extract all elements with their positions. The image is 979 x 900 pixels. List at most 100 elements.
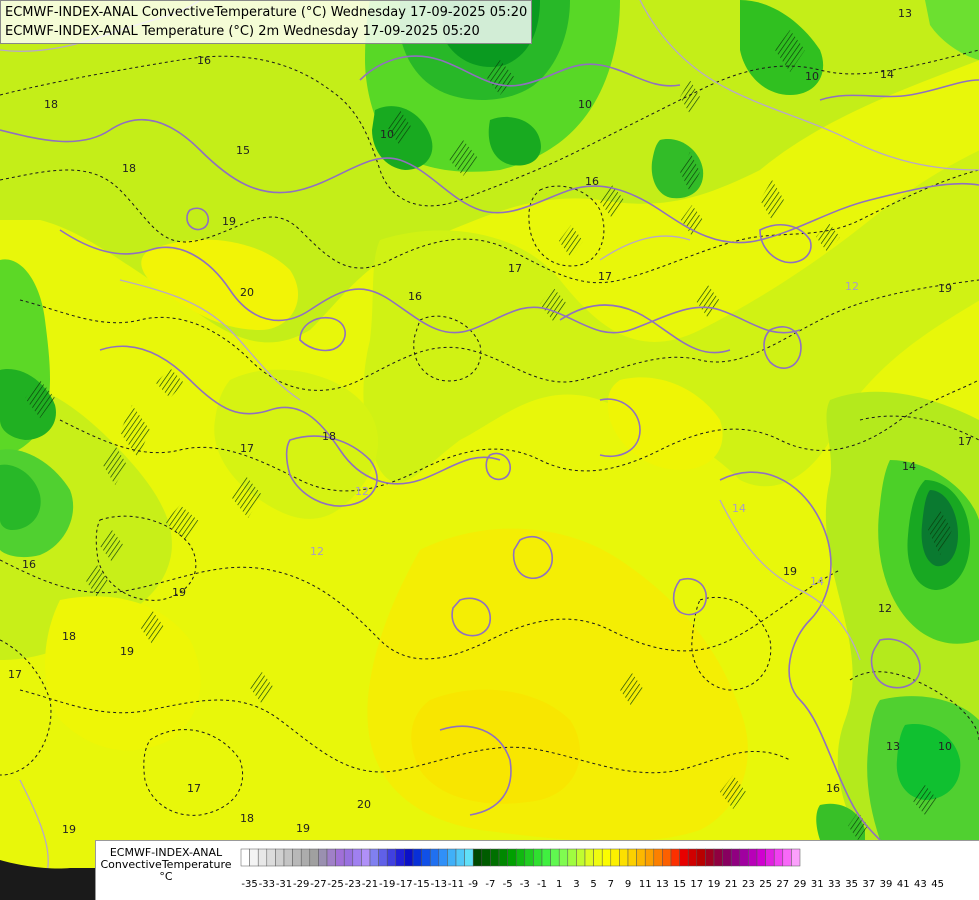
contour-label: 14 xyxy=(902,460,916,473)
contour-label: 10 xyxy=(380,128,394,141)
legend-swatch xyxy=(386,848,397,867)
legend-tick-label: -13 xyxy=(431,879,447,890)
legend-swatch xyxy=(782,848,792,867)
legend-tick-label: -7 xyxy=(485,879,495,890)
contour-label: 19 xyxy=(783,565,797,578)
legend-swatch xyxy=(627,848,637,867)
legend-tick-label: -25 xyxy=(327,879,343,890)
legend-swatch xyxy=(378,848,388,867)
legend-swatch xyxy=(438,848,448,867)
map-title-box: ECMWF-INDEX-ANAL ConvectiveTemperature (… xyxy=(0,0,533,44)
contour-label: 10 xyxy=(805,70,819,83)
contour-label: 18 xyxy=(44,98,58,111)
legend-swatch xyxy=(490,848,500,867)
legend-swatch xyxy=(696,848,706,867)
legend-swatch xyxy=(756,848,766,867)
legend-swatch xyxy=(361,848,371,867)
legend-swatch xyxy=(352,848,362,867)
legend-swatch xyxy=(472,848,483,867)
legend-tick-label: 17 xyxy=(690,879,703,890)
legend-swatch xyxy=(722,848,732,867)
legend-tick-label: 29 xyxy=(794,879,807,890)
legend-swatch xyxy=(507,848,517,867)
contour-label: 19 xyxy=(172,586,186,599)
legend-tick-label: 9 xyxy=(625,879,631,890)
contour-label: 10 xyxy=(938,740,952,753)
legend-tick-label: 37 xyxy=(862,879,875,890)
legend-swatch xyxy=(567,848,577,867)
legend-swatch xyxy=(249,848,259,867)
contour-label: 17 xyxy=(958,435,972,448)
legend-tick-label: -27 xyxy=(310,879,326,890)
map-title-line-2: ECMWF-INDEX-ANAL Temperature (°C) 2m Wed… xyxy=(5,24,480,39)
legend-tick-label: -35 xyxy=(241,879,257,890)
contour-label: 17 xyxy=(598,270,612,283)
legend-swatch xyxy=(300,848,311,867)
legend-swatch xyxy=(343,848,354,867)
weather-map-view: 16 18 18 15 19 20 16 17 17 18 12 17 16 1… xyxy=(0,0,979,900)
legend-swatch xyxy=(584,848,594,867)
contour-label: 17 xyxy=(240,442,254,455)
contour-label: 18 xyxy=(122,162,136,175)
contour-label: 20 xyxy=(240,286,254,299)
legend-tick-label: 15 xyxy=(673,879,686,890)
legend-tick-label: -9 xyxy=(468,879,478,890)
legend-swatch xyxy=(593,848,603,867)
contour-label: 16 xyxy=(408,290,422,303)
contour-label: 16 xyxy=(22,558,36,571)
legend-swatch xyxy=(653,848,663,867)
legend-swatch xyxy=(687,848,698,867)
legend-tick-label: 45 xyxy=(931,879,944,890)
legend-tick-label: 13 xyxy=(656,879,669,890)
legend-swatch xyxy=(257,848,268,867)
legend-tick-label: 43 xyxy=(914,879,927,890)
legend-swatch xyxy=(369,848,379,867)
contour-label: 17 xyxy=(508,262,522,275)
legend-tick-label: -11 xyxy=(448,879,464,890)
legend-swatch xyxy=(541,848,551,867)
color-legend: ECMWF-INDEX-ANAL ConvectiveTemperature °… xyxy=(95,840,979,900)
legend-swatch xyxy=(644,848,655,867)
contour-label: 20 xyxy=(357,798,371,811)
legend-swatch xyxy=(601,848,612,867)
legend-tick-label: -17 xyxy=(396,879,412,890)
legend-swatch xyxy=(240,848,250,867)
legend-tick-label: -21 xyxy=(362,879,378,890)
contour-label: 10 xyxy=(578,98,592,111)
legend-swatch xyxy=(335,848,345,867)
legend-tick-label: -29 xyxy=(293,879,309,890)
legend-tick-label: 33 xyxy=(828,879,841,890)
contour-label: 13 xyxy=(886,740,900,753)
legend-swatch xyxy=(791,848,801,867)
legend-tick-label: 27 xyxy=(776,879,789,890)
legend-swatch xyxy=(713,848,723,867)
legend-swatch xyxy=(464,848,474,867)
contour-label: 15 xyxy=(236,144,250,157)
legend-tick-label: 3 xyxy=(573,879,579,890)
contour-label: 13 xyxy=(898,7,912,20)
contour-label: 19 xyxy=(938,282,952,295)
legend-swatch xyxy=(524,848,534,867)
contour-label: 19 xyxy=(296,822,310,835)
legend-swatch xyxy=(619,848,629,867)
legend-swatch xyxy=(748,848,758,867)
legend-swatch xyxy=(412,848,422,867)
legend-swatch xyxy=(773,848,784,867)
legend-swatch xyxy=(429,848,440,867)
legend-tick-label: -33 xyxy=(259,879,275,890)
legend-tick-label: 7 xyxy=(608,879,614,890)
legend-tick-label: 39 xyxy=(880,879,893,890)
contour-label: 19 xyxy=(222,215,236,228)
contour-label: 12 xyxy=(310,545,324,558)
legend-tick-label: 5 xyxy=(590,879,596,890)
legend-swatch xyxy=(670,848,680,867)
legend-swatch xyxy=(576,848,586,867)
contour-label: 14 xyxy=(732,502,746,515)
contour-label: 18 xyxy=(240,812,254,825)
legend-swatch xyxy=(550,848,560,867)
legend-tick-label: 31 xyxy=(811,879,824,890)
legend-swatch xyxy=(610,848,620,867)
legend-swatch xyxy=(266,848,276,867)
contour-label: 16 xyxy=(826,782,840,795)
map-title-line-1: ECMWF-INDEX-ANAL ConvectiveTemperature (… xyxy=(5,5,528,20)
